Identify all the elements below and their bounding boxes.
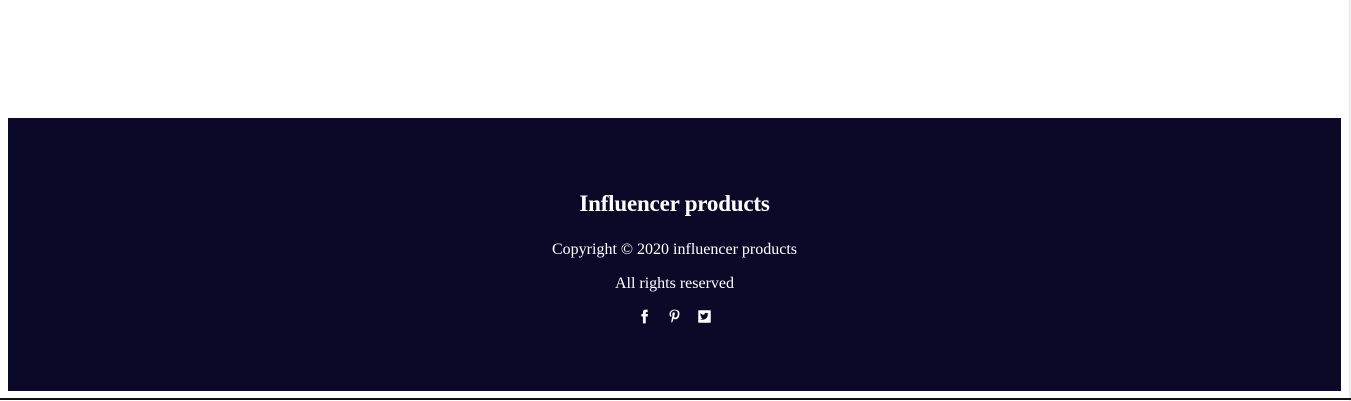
rights-text: All rights reserved [614, 275, 735, 292]
footer-title: Influencer products [579, 191, 770, 216]
site-footer: Influencer products Copyright © 2020 inf… [8, 118, 1341, 391]
facebook-icon [641, 309, 648, 323]
twitter-link[interactable] [697, 308, 713, 324]
copyright-text: Copyright © 2020 influencer products [552, 241, 797, 258]
pinterest-link[interactable] [667, 308, 683, 324]
social-links [8, 308, 1341, 326]
page: Influencer products Copyright © 2020 inf… [0, 0, 1351, 401]
twitter-icon [698, 309, 711, 323]
facebook-link[interactable] [637, 308, 653, 324]
pinterest-icon [669, 309, 680, 323]
bottom-divider [0, 398, 1351, 400]
